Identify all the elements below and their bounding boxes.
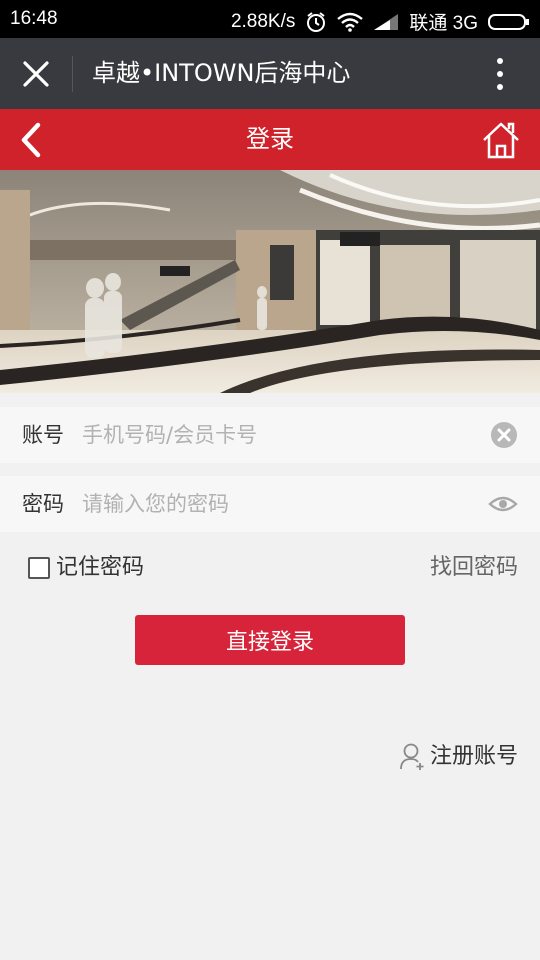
forgot-password-link[interactable]: 找回密码 — [430, 553, 518, 583]
eye-icon[interactable] — [488, 492, 518, 516]
webview-title: 卓越•INTOWN后海中心 — [92, 59, 351, 87]
account-label: 账号 — [22, 423, 64, 447]
status-time: 16:48 — [10, 8, 58, 29]
carrier-label: 联通 3G — [409, 13, 478, 34]
alarm-icon — [307, 11, 326, 32]
status-right: 2.88K/s 联通 3G — [231, 8, 530, 35]
network-speed: 2.88K/s — [230, 10, 296, 32]
app-bar: 登录 — [0, 109, 540, 170]
signal-icon — [374, 13, 399, 30]
register-link[interactable]: 注册账号 — [400, 741, 518, 773]
password-label: 密码 — [22, 492, 64, 516]
battery-icon — [488, 13, 529, 30]
mall-interior-illustration — [0, 170, 540, 393]
status-bar: 16:48 2.88K/s 联通 3G — [0, 0, 540, 38]
password-input[interactable] — [82, 488, 472, 520]
add-user-icon — [400, 743, 424, 770]
account-input[interactable] — [82, 419, 472, 451]
wifi-icon — [337, 12, 364, 32]
login-button[interactable]: 直接登录 — [135, 615, 405, 665]
more-vertical-icon[interactable] — [490, 56, 510, 92]
webview-header: 卓越•INTOWN后海中心 — [0, 38, 540, 109]
remember-password-toggle[interactable]: 记住密码 — [28, 553, 144, 583]
banner-image — [0, 170, 540, 393]
home-icon[interactable] — [480, 119, 522, 161]
account-row: 账号 — [0, 407, 540, 463]
clear-icon[interactable] — [490, 421, 518, 449]
password-row: 密码 — [0, 476, 540, 532]
remember-label: 记住密码 — [56, 555, 145, 580]
close-icon[interactable] — [20, 58, 52, 90]
remember-checkbox[interactable] — [28, 557, 50, 579]
page-title: 登录 — [246, 125, 294, 153]
header-divider — [72, 56, 73, 92]
register-label: 注册账号 — [429, 744, 518, 769]
